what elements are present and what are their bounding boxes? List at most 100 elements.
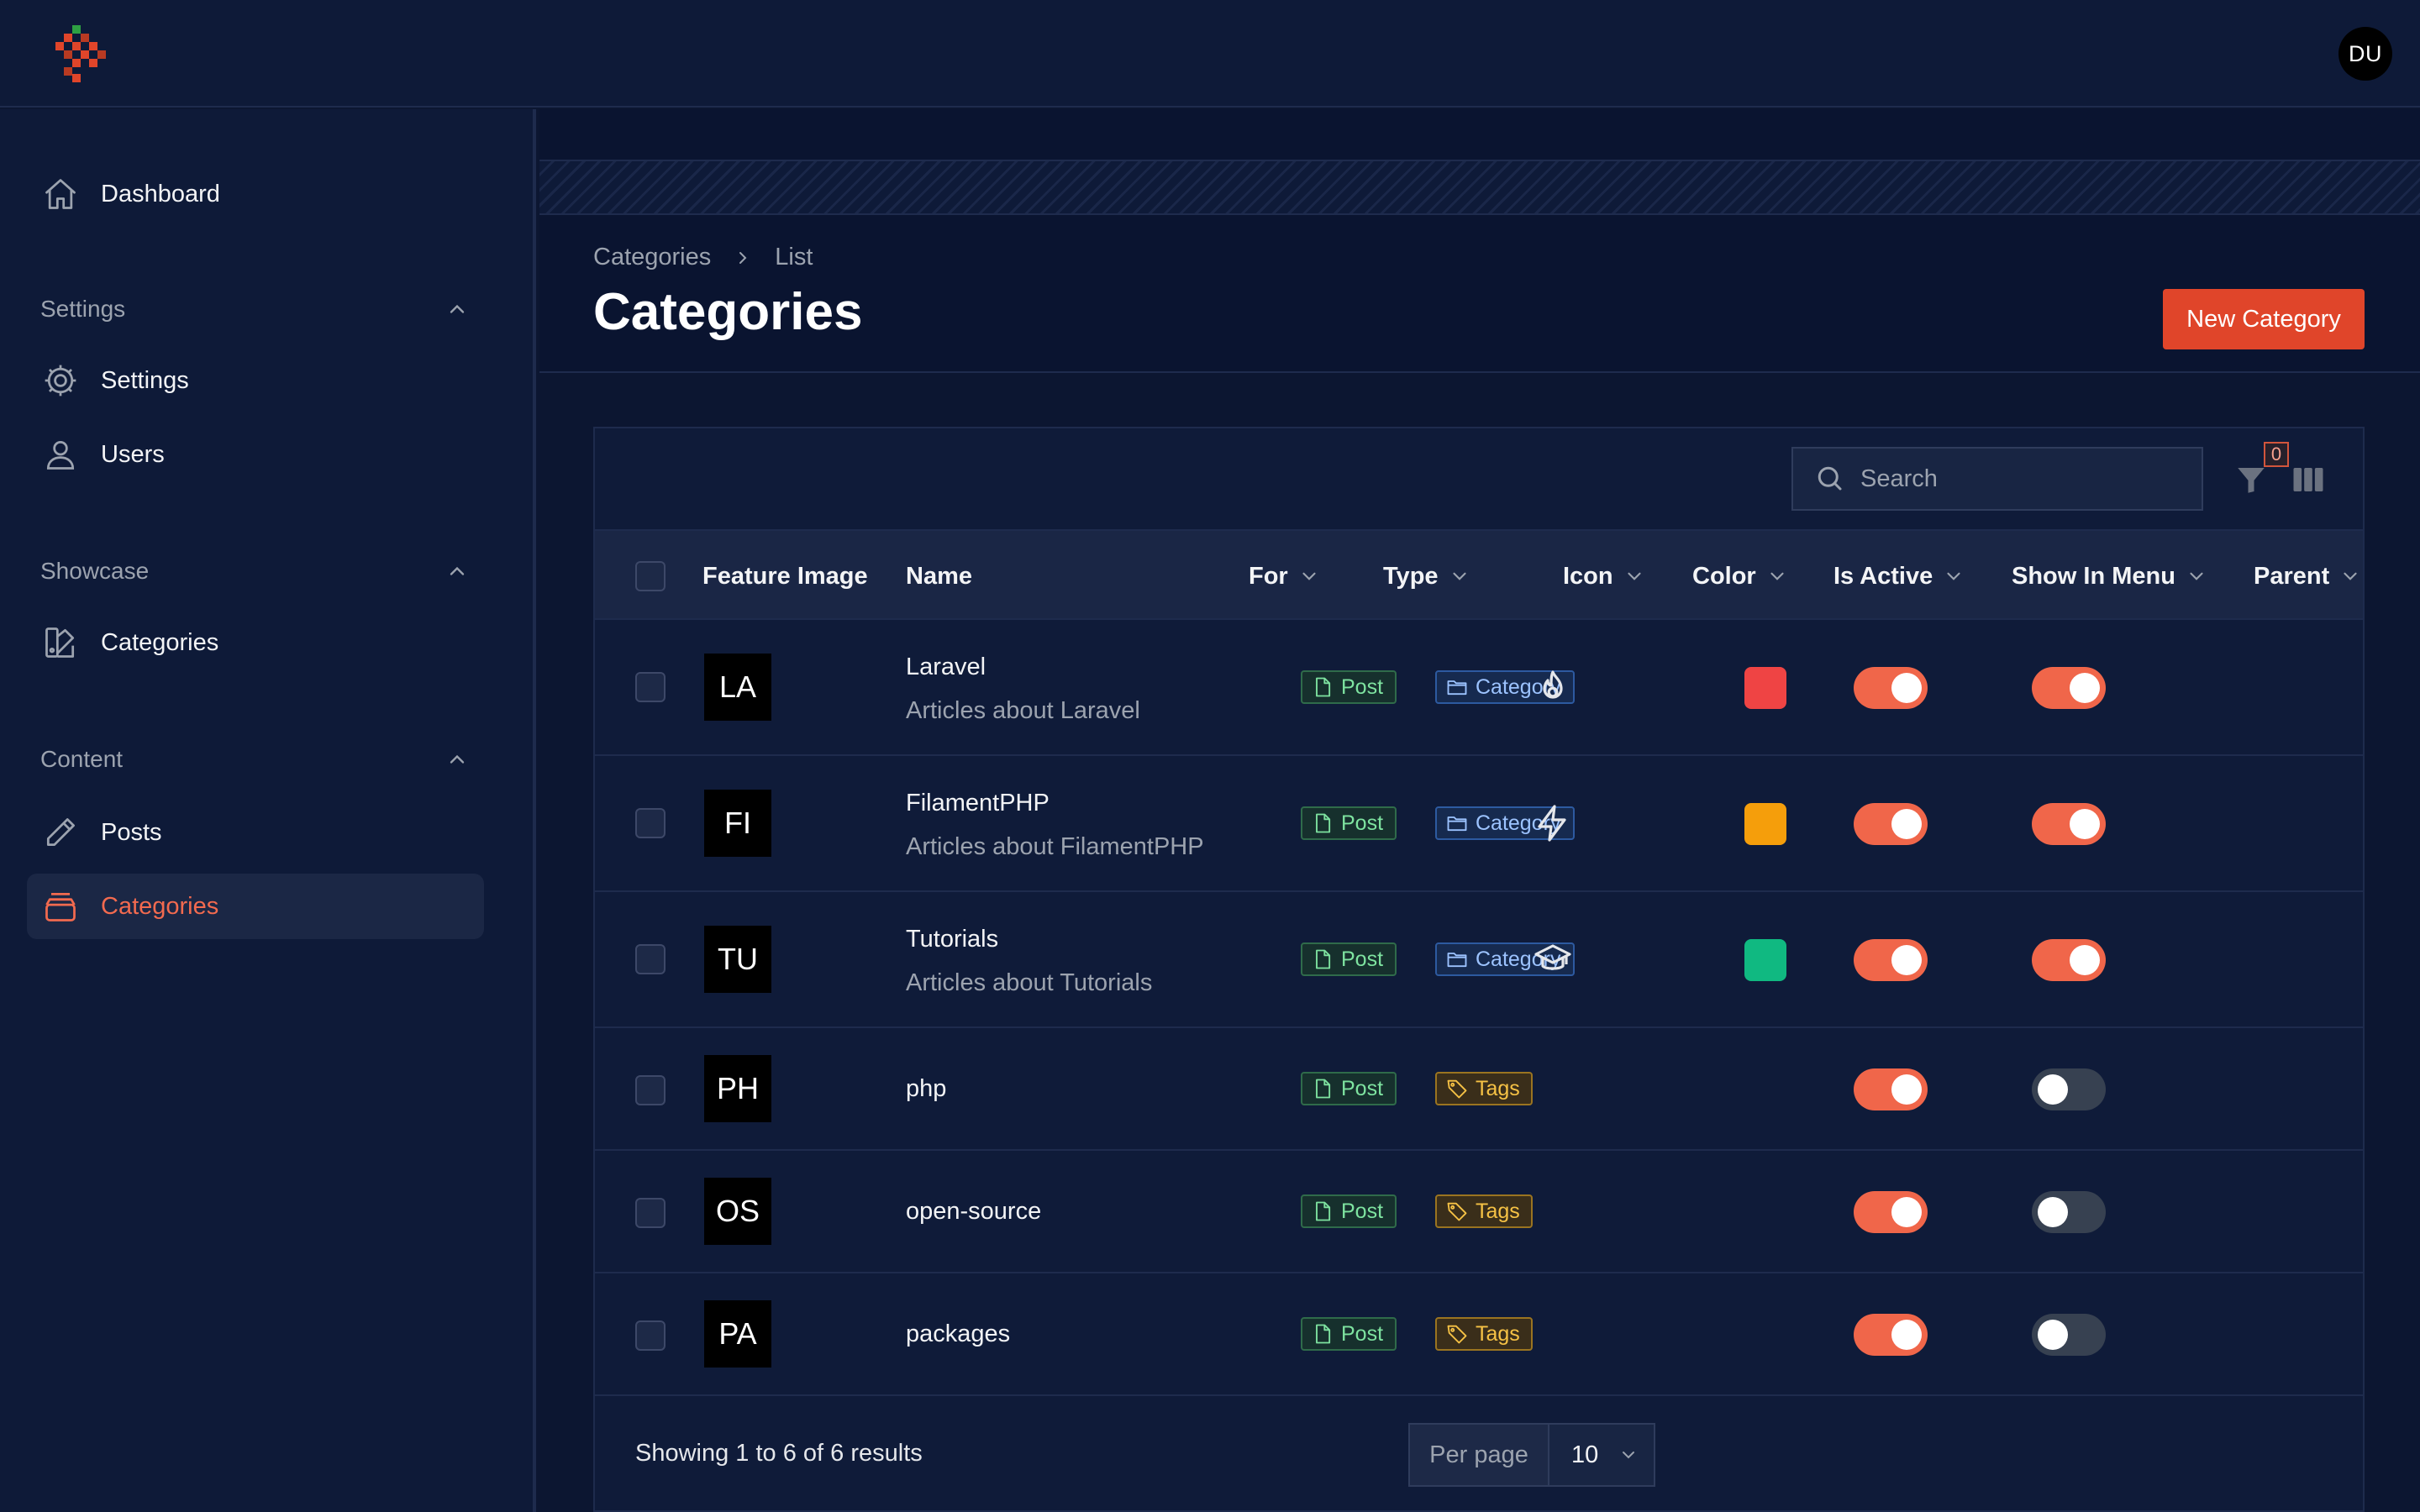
sidebar-item-label: Categories bbox=[101, 892, 219, 920]
show-in-menu-toggle[interactable] bbox=[2032, 939, 2106, 981]
breadcrumb-current: List bbox=[775, 244, 813, 270]
sidebar-group-settings[interactable]: Settings bbox=[40, 292, 469, 326]
folder-icon bbox=[1447, 816, 1467, 832]
per-page-select[interactable]: 10 bbox=[1549, 1425, 1654, 1485]
new-category-button[interactable]: New Category bbox=[2163, 289, 2365, 349]
category-name: php bbox=[906, 1075, 947, 1102]
document-icon bbox=[1316, 1079, 1331, 1099]
table-row[interactable]: LA Laravel Articles about Laravel Post C… bbox=[595, 620, 2363, 756]
swatch-icon bbox=[42, 624, 79, 661]
column-header-is-active[interactable]: Is Active bbox=[1833, 531, 1965, 622]
row-checkbox[interactable] bbox=[635, 1320, 666, 1351]
row-checkbox[interactable] bbox=[635, 808, 666, 838]
is-active-toggle[interactable] bbox=[1854, 667, 1928, 709]
row-checkbox[interactable] bbox=[635, 1075, 666, 1105]
sidebar-item-label: Posts bbox=[101, 818, 162, 846]
column-header-icon[interactable]: Icon bbox=[1563, 531, 1645, 622]
chevron-down-icon bbox=[1302, 572, 1316, 580]
document-icon bbox=[1316, 949, 1331, 969]
table-row[interactable]: PA packages Post Tags bbox=[595, 1273, 2363, 1396]
for-badge: Post bbox=[1301, 942, 1397, 976]
sidebar-item-users[interactable]: Users bbox=[27, 422, 484, 487]
sidebar-item-label: Categories bbox=[101, 628, 219, 656]
page-header: Categories List Categories New Category bbox=[539, 215, 2420, 373]
category-description: Articles about FilamentPHP bbox=[906, 833, 1204, 860]
feature-image: FI bbox=[704, 790, 771, 857]
chevron-down-icon bbox=[1628, 572, 1641, 580]
table-row[interactable]: OS open-source Post Tags bbox=[595, 1151, 2363, 1273]
show-in-menu-toggle[interactable] bbox=[2032, 1068, 2106, 1110]
column-header-type[interactable]: Type bbox=[1383, 531, 1470, 622]
per-page-control[interactable]: Per page 10 bbox=[1408, 1423, 1655, 1487]
search-box[interactable] bbox=[1791, 447, 2203, 511]
columns-icon[interactable] bbox=[2291, 462, 2326, 497]
breadcrumb-link[interactable]: Categories bbox=[593, 244, 711, 271]
table-row[interactable]: PH php Post Tags bbox=[595, 1028, 2363, 1151]
type-badge: Tags bbox=[1435, 1317, 1533, 1351]
chevron-up-icon[interactable] bbox=[445, 748, 469, 771]
app-logo-icon[interactable] bbox=[55, 25, 106, 82]
feature-image: PA bbox=[704, 1300, 771, 1368]
table-footer: Showing 1 to 6 of 6 results Per page 10 bbox=[595, 1403, 2363, 1510]
column-header-name[interactable]: Name bbox=[906, 531, 972, 622]
column-header-color[interactable]: Color bbox=[1692, 531, 1788, 622]
show-in-menu-toggle[interactable] bbox=[2032, 667, 2106, 709]
sidebar-group-content[interactable]: Content bbox=[40, 743, 469, 776]
tag-icon bbox=[1447, 1202, 1467, 1221]
show-in-menu-toggle[interactable] bbox=[2032, 1191, 2106, 1233]
document-icon bbox=[1316, 1324, 1331, 1344]
chevron-down-icon bbox=[1452, 572, 1466, 580]
is-active-toggle[interactable] bbox=[1854, 803, 1928, 845]
chevron-right-icon bbox=[739, 251, 747, 264]
document-icon bbox=[1316, 677, 1331, 697]
per-page-label: Per page bbox=[1410, 1425, 1549, 1485]
show-in-menu-toggle[interactable] bbox=[2032, 1314, 2106, 1356]
show-in-menu-toggle[interactable] bbox=[2032, 803, 2106, 845]
column-header-parent[interactable]: Parent bbox=[2254, 531, 2361, 622]
column-header-for[interactable]: For bbox=[1249, 531, 1320, 622]
color-swatch bbox=[1744, 939, 1786, 981]
sidebar-item-dashboard[interactable]: Dashboard bbox=[27, 161, 484, 227]
select-all-checkbox[interactable] bbox=[635, 561, 666, 591]
sidebar-item-label: Settings bbox=[101, 366, 189, 394]
category-name: FilamentPHP bbox=[906, 790, 1050, 816]
feature-image: PH bbox=[704, 1055, 771, 1122]
table-row[interactable]: FI FilamentPHP Articles about FilamentPH… bbox=[595, 756, 2363, 892]
document-icon bbox=[1316, 1201, 1331, 1221]
is-active-toggle[interactable] bbox=[1854, 1314, 1928, 1356]
filter-icon[interactable] bbox=[2233, 462, 2269, 497]
search-input[interactable] bbox=[1860, 465, 2196, 493]
sidebar-item-label: Users bbox=[101, 440, 165, 468]
for-badge: Post bbox=[1301, 1194, 1397, 1228]
tag-icon bbox=[1447, 1079, 1467, 1099]
row-checkbox[interactable] bbox=[635, 944, 666, 974]
row-checkbox[interactable] bbox=[635, 672, 666, 702]
chevron-up-icon[interactable] bbox=[445, 559, 469, 583]
is-active-toggle[interactable] bbox=[1854, 1191, 1928, 1233]
results-summary: Showing 1 to 6 of 6 results bbox=[635, 1440, 923, 1467]
is-active-toggle[interactable] bbox=[1854, 939, 1928, 981]
user-avatar[interactable]: DU bbox=[2338, 27, 2392, 81]
breadcrumb: Categories List bbox=[593, 244, 813, 271]
folder-icon bbox=[1447, 953, 1467, 968]
sidebar-item-content-categories[interactable]: Categories bbox=[27, 874, 484, 939]
sidebar-item-posts[interactable]: Posts bbox=[27, 800, 484, 865]
table-row[interactable]: TU Tutorials Articles about Tutorials Po… bbox=[595, 892, 2363, 1028]
sidebar-group-showcase[interactable]: Showcase bbox=[40, 554, 469, 588]
sidebar-item-showcase-categories[interactable]: Categories bbox=[27, 610, 484, 675]
chevron-up-icon[interactable] bbox=[445, 297, 469, 321]
color-swatch bbox=[1744, 803, 1786, 845]
top-banner bbox=[539, 109, 2420, 161]
sidebar-item-settings[interactable]: Settings bbox=[27, 348, 484, 413]
chevron-down-icon bbox=[2190, 572, 2203, 580]
sidebar-group-label: Showcase bbox=[40, 558, 150, 584]
row-checkbox[interactable] bbox=[635, 1198, 666, 1228]
column-header-show-in-menu[interactable]: Show In Menu bbox=[2012, 531, 2207, 622]
table-card: 0 Feature Image Name For Type Icon Color… bbox=[593, 427, 2365, 1512]
is-active-toggle[interactable] bbox=[1854, 1068, 1928, 1110]
color-swatch bbox=[1744, 667, 1786, 709]
per-page-value: 10 bbox=[1571, 1441, 1599, 1468]
for-badge: Post bbox=[1301, 670, 1397, 704]
type-badge: Tags bbox=[1435, 1072, 1533, 1105]
chevron-down-icon bbox=[1770, 572, 1784, 580]
